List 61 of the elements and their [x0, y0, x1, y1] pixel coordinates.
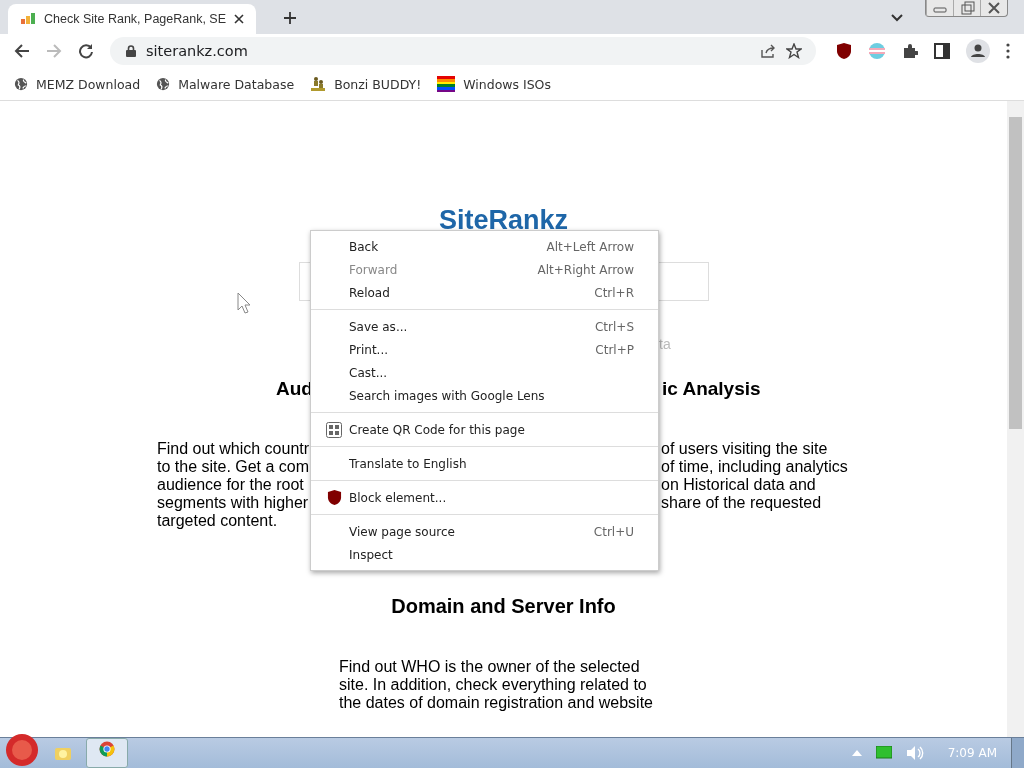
menu-item[interactable]: Inspect [311, 543, 658, 566]
bookmark[interactable]: Bonzi BUDDY! [310, 76, 422, 92]
shield-icon [326, 489, 342, 506]
paragraph-line: share of the requested [661, 494, 822, 512]
menu-item[interactable]: Cast... [311, 361, 658, 384]
paragraph-line: audience for the root [157, 476, 304, 494]
paragraph-line: segments with higher [157, 494, 309, 512]
paragraph-line: site. In addition, check everything related to [339, 676, 648, 694]
clock: 7:09 AM [947, 746, 997, 760]
bookmark[interactable]: Malware Database [156, 76, 295, 92]
bookmark[interactable]: MEMZ Download [14, 76, 141, 92]
profile-icon[interactable] [966, 39, 990, 63]
section-heading: Domain and Server Info [390, 595, 617, 618]
share-icon[interactable] [760, 43, 776, 59]
menu-item[interactable]: Reload Ctrl+R [311, 281, 658, 304]
reload-icon[interactable] [78, 43, 94, 59]
paragraph-line: Find out which countr [157, 440, 310, 458]
menu-item[interactable]: View page source Ctrl+U [311, 520, 658, 543]
scrollbar-thumb[interactable] [1009, 117, 1022, 429]
globe-icon [156, 77, 171, 91]
menu-item[interactable]: Print... Ctrl+P [311, 338, 658, 361]
menu-icon[interactable] [1006, 43, 1010, 59]
tab-title: Check Site Rank, PageRank, SE [44, 12, 227, 26]
round-icon [99, 741, 115, 757]
paragraph-line: Find out WHO is the owner of the selected [339, 658, 641, 676]
figures-icon [310, 76, 327, 92]
menu-item[interactable]: Search images with Google Lens [311, 384, 658, 407]
menu-item[interactable]: Save as... Ctrl+S [311, 315, 658, 338]
cursor-icon [237, 292, 251, 314]
puzzle-icon[interactable] [902, 43, 918, 59]
menu-item[interactable]: Translate to English [311, 452, 658, 475]
bar-chart-icon [20, 11, 36, 27]
menu-item[interactable]: Block element... [311, 486, 658, 509]
paragraph-line: targeted content. [157, 512, 278, 530]
new-tab-icon[interactable] [284, 12, 297, 24]
shield-icon[interactable] [836, 42, 852, 60]
star-icon[interactable] [786, 43, 802, 59]
chevron-down-icon[interactable] [891, 14, 903, 22]
address-bar[interactable]: siterankz.com [110, 37, 816, 65]
lock-icon [126, 45, 136, 57]
close-icon[interactable] [234, 14, 245, 24]
taskbar-app[interactable] [86, 738, 128, 768]
paragraph-line: of users visiting the site [661, 440, 828, 458]
section-heading: ic Analysis [662, 378, 761, 400]
paragraph-line: the dates of domain registration and website [339, 694, 654, 712]
grid-icon [326, 421, 342, 438]
menu-item[interactable]: Create QR Code for this page [311, 418, 658, 441]
paragraph-line: to the site. Get a com [157, 458, 310, 476]
back-arrow-icon[interactable] [14, 43, 30, 59]
browser-tab[interactable]: Check Site Rank, PageRank, SE [8, 4, 257, 34]
paragraph-line: of time, including analytics [661, 458, 848, 476]
site-logo: SiteRankz [437, 205, 569, 235]
globe-icon [14, 77, 28, 91]
scrollbar[interactable] [1007, 101, 1024, 737]
menu-item[interactable]: Back Alt+Left Arrow [311, 235, 658, 258]
paragraph-line: on Historical data and [661, 476, 816, 494]
bookmark[interactable]: Windows ISOs [437, 76, 551, 92]
hint-text: ta [659, 336, 672, 352]
side-panel-icon[interactable] [934, 43, 950, 59]
rainbow-flag-icon [437, 76, 456, 92]
url-text: siterankz.com [146, 43, 248, 59]
